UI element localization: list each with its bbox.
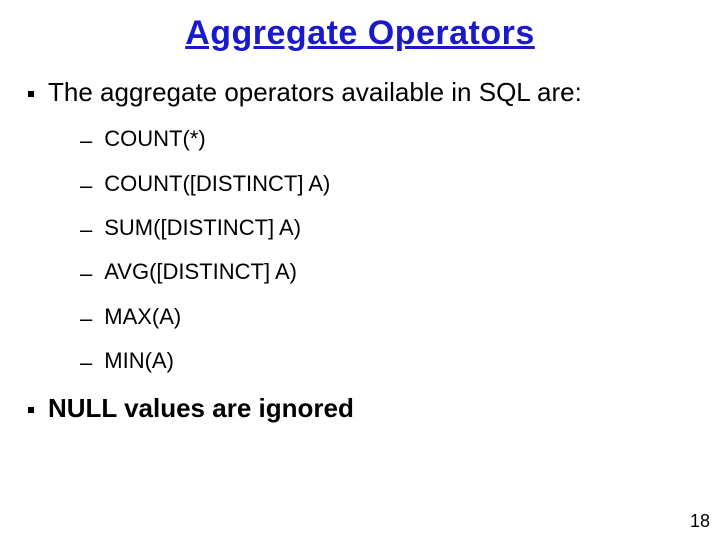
operator-text: COUNT([DISTINCT] A) (104, 171, 330, 197)
operator-text: AVG([DISTINCT] A) (104, 259, 297, 285)
list-item: – MAX(A) (80, 304, 692, 332)
operator-text: MIN(A) (104, 348, 174, 374)
bullet-note: NULL values are ignored (28, 393, 692, 424)
list-item: – COUNT([DISTINCT] A) (80, 171, 692, 199)
operator-text: MAX(A) (104, 304, 181, 330)
slide: Aggregate Operators The aggregate operat… (0, 0, 720, 540)
dash-icon: – (80, 217, 92, 243)
list-item: – COUNT(*) (80, 126, 692, 154)
slide-body: The aggregate operators available in SQL… (0, 53, 720, 424)
dash-icon: – (80, 261, 92, 287)
dash-icon: – (80, 350, 92, 376)
dash-icon: – (80, 306, 92, 332)
operator-list: – COUNT(*) – COUNT([DISTINCT] A) – SUM([… (28, 126, 692, 376)
operator-text: SUM([DISTINCT] A) (104, 215, 301, 241)
bullet-intro: The aggregate operators available in SQL… (28, 77, 692, 108)
bullet-intro-text: The aggregate operators available in SQL… (48, 77, 582, 108)
list-item: – SUM([DISTINCT] A) (80, 215, 692, 243)
operator-text: COUNT(*) (104, 126, 205, 152)
bullet-icon (28, 91, 34, 97)
dash-icon: – (80, 173, 92, 199)
bullet-note-text: NULL values are ignored (48, 393, 354, 424)
slide-title: Aggregate Operators (0, 0, 720, 53)
page-number: 18 (690, 511, 710, 532)
list-item: – MIN(A) (80, 348, 692, 376)
list-item: – AVG([DISTINCT] A) (80, 259, 692, 287)
bullet-icon (28, 407, 34, 413)
dash-icon: – (80, 128, 92, 154)
